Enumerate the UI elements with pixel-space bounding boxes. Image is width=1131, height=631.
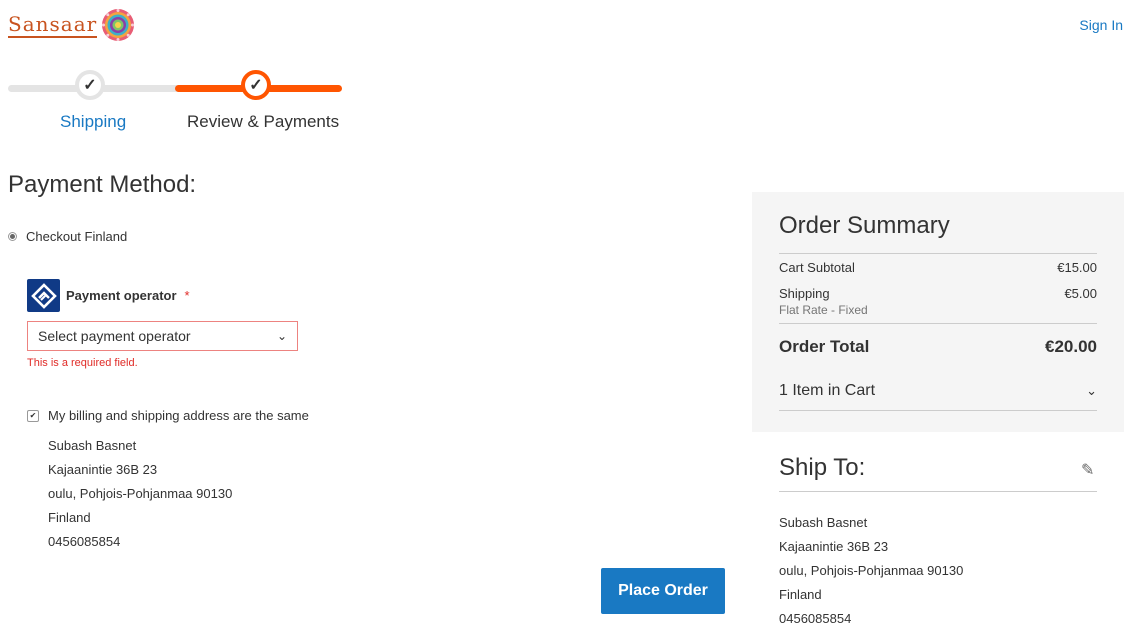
checkout-finland-logo-icon	[27, 279, 60, 312]
shipping-method: Flat Rate - Fixed	[779, 303, 868, 317]
edit-pencil-icon[interactable]: ✎	[1081, 460, 1094, 480]
required-field-error: This is a required field.	[27, 357, 138, 369]
payment-method-title: Payment Method:	[8, 171, 197, 198]
order-summary-title: Order Summary	[779, 212, 950, 239]
items-in-cart-label: 1 Item in Cart	[779, 382, 876, 399]
address-line: Kajaanintie 36B 23	[48, 462, 158, 477]
billing-same-label: My billing and shipping address are the …	[48, 408, 309, 423]
address-line: Kajaanintie 36B 23	[779, 539, 889, 554]
subtotal-row: Cart Subtotal €15.00	[779, 260, 1097, 275]
payment-method-label: Checkout Finland	[26, 229, 128, 244]
divider	[779, 253, 1097, 254]
address-line: Subash Basnet	[48, 438, 137, 453]
payment-operator-select-value: Select payment operator	[38, 328, 191, 344]
address-line: Subash Basnet	[779, 515, 868, 530]
sign-in-link[interactable]: Sign In	[1079, 17, 1123, 33]
payment-operator-header: Payment operator *	[27, 279, 190, 312]
ship-to-title: Ship To:	[779, 454, 866, 481]
mandala-logo-icon	[102, 9, 135, 41]
address-line: oulu, Pohjois-Pohjanmaa 90130	[48, 486, 233, 501]
billing-same-checkbox[interactable]: ✔	[27, 409, 39, 422]
chevron-down-icon: ⌄	[1086, 383, 1097, 398]
step-check-icon: ✓	[241, 70, 271, 100]
operator-logo-icon	[30, 282, 57, 309]
step-check-icon: ✓	[75, 70, 105, 100]
items-in-cart-toggle[interactable]: 1 Item in Cart ⌄	[779, 382, 1097, 400]
address-line: oulu, Pohjois-Pohjanmaa 90130	[779, 563, 964, 578]
address-line: Finland	[48, 510, 91, 525]
divider	[779, 491, 1097, 492]
order-summary: Order Summary Cart Subtotal €15.00 Shipp…	[752, 192, 1124, 432]
required-mark: *	[184, 288, 190, 303]
payment-operator-select[interactable]: Select payment operator ⌄	[27, 321, 298, 351]
billing-address: Subash Basnet Kajaanintie 36B 23 oulu, P…	[48, 434, 232, 554]
logo-text: Sansaar	[8, 11, 98, 38]
address-line: 0456085854	[779, 611, 852, 626]
shipping-value: €5.00	[1064, 286, 1097, 301]
subtotal-value: €15.00	[1057, 260, 1097, 275]
billing-same-option[interactable]: ✔ My billing and shipping address are th…	[27, 408, 309, 423]
order-total-value: €20.00	[1045, 337, 1097, 356]
payment-method-radio[interactable]	[8, 232, 17, 241]
order-total-label: Order Total	[779, 337, 870, 356]
ship-to-address: Subash Basnet Kajaanintie 36B 23 oulu, P…	[779, 511, 963, 631]
subtotal-label: Cart Subtotal	[779, 260, 855, 275]
divider	[779, 323, 1097, 324]
payment-method-option[interactable]: Checkout Finland	[8, 229, 127, 244]
address-line: Finland	[779, 587, 822, 602]
shipping-label: Shipping	[779, 286, 830, 301]
order-total-row: Order Total €20.00	[779, 337, 1097, 357]
place-order-button[interactable]: Place Order	[601, 568, 725, 614]
shipping-row: Shipping Flat Rate - Fixed €5.00	[779, 286, 1097, 317]
step-shipping-link[interactable]: Shipping	[60, 112, 126, 132]
address-line: 0456085854	[48, 534, 121, 549]
chevron-down-icon: ⌄	[276, 329, 287, 343]
payment-operator-label: Payment operator	[66, 288, 177, 303]
step-review-label: Review & Payments	[187, 112, 340, 131]
divider	[779, 410, 1097, 411]
checkout-progress-bar: ✓ ✓ Shipping Review & Payments	[8, 70, 342, 140]
site-logo[interactable]: Sansaar	[8, 8, 135, 42]
